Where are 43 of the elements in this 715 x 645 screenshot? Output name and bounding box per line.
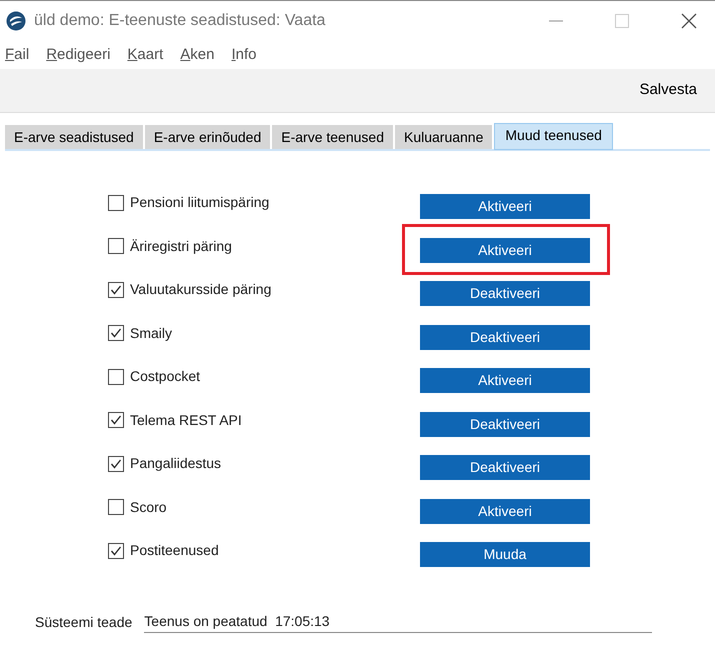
tab[interactable]: Kuluaruanne: [394, 125, 492, 149]
action-button[interactable]: Aktiveeri: [420, 498, 590, 524]
menu-item[interactable]: Kaart: [127, 44, 164, 66]
tab[interactable]: E-arve seadistused: [5, 125, 143, 149]
action-button[interactable]: Aktiveeri: [420, 194, 590, 220]
service-label: Smaily: [130, 324, 172, 343]
close-icon[interactable]: [681, 13, 697, 29]
service-label: Postiteenused: [130, 541, 219, 560]
tab[interactable]: Muud teenused: [494, 123, 613, 150]
tab[interactable]: E-arve teenused: [272, 125, 393, 149]
action-button[interactable]: Aktiveeri: [420, 368, 590, 394]
service-label: Pangaliidestus: [130, 454, 222, 474]
action-button[interactable]: Muuda: [420, 542, 590, 568]
action-button[interactable]: Deaktiveeri: [420, 412, 590, 437]
action-button[interactable]: Aktiveeri: [420, 238, 590, 263]
checkbox[interactable]: [108, 542, 124, 559]
service-label: Pensioni liitumispäring: [130, 193, 270, 212]
menu-item[interactable]: Fail: [5, 44, 30, 66]
service-label: Valuutakursside päring: [130, 280, 272, 300]
checkbox[interactable]: [108, 456, 124, 472]
checkbox[interactable]: [108, 325, 124, 342]
action-button[interactable]: Deaktiveeri: [420, 281, 590, 306]
tab[interactable]: E-arve erinõuded: [144, 125, 270, 149]
checkbox[interactable]: [108, 194, 124, 211]
action-button[interactable]: Deaktiveeri: [420, 324, 590, 350]
action-button[interactable]: Deaktiveeri: [420, 455, 590, 480]
checkbox[interactable]: [108, 499, 124, 516]
menu-item[interactable]: Aken: [180, 44, 214, 66]
service-label: Costpocket: [130, 367, 200, 386]
checkbox[interactable]: [108, 238, 124, 254]
checkbox[interactable]: [108, 412, 124, 428]
message-field: Teenus on peatatud 17:05:13: [144, 610, 652, 632]
checkbox[interactable]: [108, 282, 124, 298]
service-label: Telema REST API: [130, 410, 242, 430]
window-title: üld demo: E-teenuste seadistused: Vaata: [34, 11, 326, 31]
field-label: Süsteemi teade: [35, 612, 132, 632]
menu-item[interactable]: Redigeeri: [46, 44, 110, 66]
service-label: Äriregistri päring: [130, 236, 232, 256]
service-label: Scoro: [130, 498, 167, 517]
save-button[interactable]: Salvesta: [639, 79, 697, 102]
checkbox[interactable]: [108, 368, 124, 385]
app-logo-icon: [6, 11, 26, 31]
menu-item[interactable]: Info: [231, 44, 257, 66]
